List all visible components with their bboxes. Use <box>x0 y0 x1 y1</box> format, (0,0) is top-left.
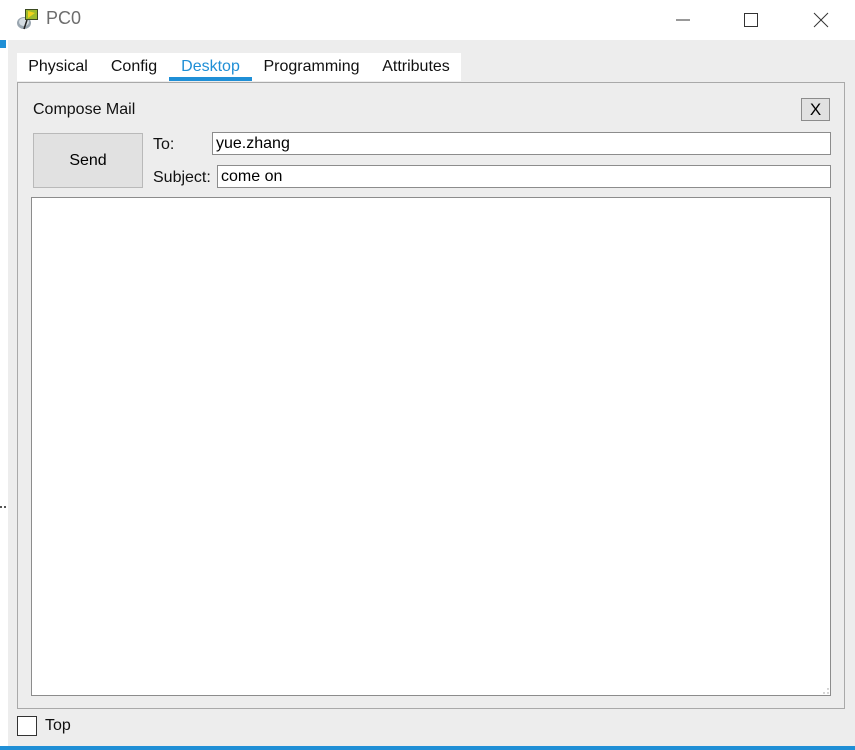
compose-mail-title: Compose Mail <box>33 101 136 118</box>
pc0-window: PC0 Physical Config Desktop Programming … <box>0 0 855 750</box>
compose-mail-panel: Compose Mail X Send To: yue.zhang Subjec… <box>17 82 845 709</box>
tab-physical[interactable]: Physical <box>17 53 99 81</box>
message-body-textarea[interactable] <box>31 197 831 696</box>
subject-label: Subject: <box>153 169 211 186</box>
to-field[interactable]: yue.zhang <box>212 132 831 155</box>
minimize-icon <box>676 19 690 21</box>
window-title: PC0 <box>46 8 82 28</box>
title-bar: PC0 <box>0 0 855 40</box>
tab-bar: Physical Config Desktop Programming Attr… <box>17 53 461 81</box>
bottom-accent-bar <box>0 746 855 750</box>
close-compose-button[interactable]: X <box>801 98 830 121</box>
maximize-button[interactable] <box>728 0 774 40</box>
tab-programming[interactable]: Programming <box>252 53 371 81</box>
minimize-button[interactable] <box>660 0 706 40</box>
top-checkbox[interactable] <box>17 716 37 736</box>
pc-device-icon <box>16 7 40 31</box>
resize-grip-icon[interactable] <box>821 686 829 694</box>
tab-config[interactable]: Config <box>99 53 169 81</box>
maximize-icon <box>744 13 758 27</box>
send-button[interactable]: Send <box>33 133 143 188</box>
close-window-button[interactable] <box>798 0 844 40</box>
to-label: To: <box>153 136 175 153</box>
background-window-edge <box>0 40 8 750</box>
close-icon <box>813 12 829 28</box>
tab-attributes[interactable]: Attributes <box>371 53 461 81</box>
subject-field[interactable]: come on <box>217 165 831 188</box>
tab-desktop[interactable]: Desktop <box>169 53 252 81</box>
top-label: Top <box>45 717 71 734</box>
